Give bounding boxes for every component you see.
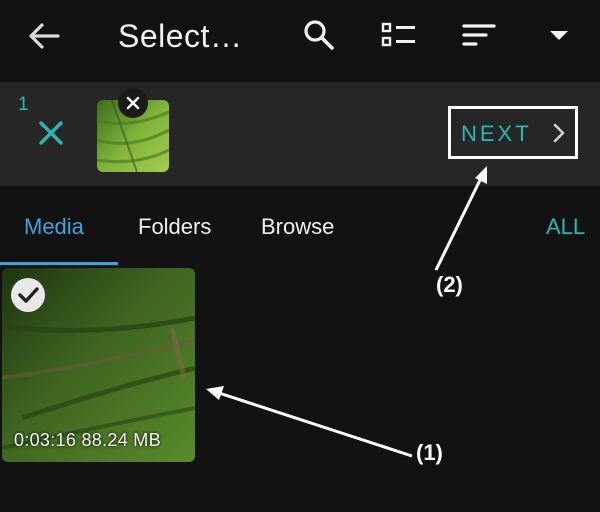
selected-count: 1 (18, 94, 29, 115)
top-app-bar: Select… (0, 0, 600, 72)
tab-bar: Media Folders Browse ALL (0, 200, 600, 266)
next-button[interactable]: NEXT (448, 106, 578, 159)
search-button[interactable] (302, 18, 336, 52)
tab-media[interactable]: Media (24, 214, 84, 240)
close-icon (39, 121, 63, 145)
media-duration-size: 0:03:16 88.24 MB (14, 430, 161, 450)
chevron-right-icon (553, 123, 565, 143)
close-icon (126, 96, 140, 110)
active-tab-indicator (0, 262, 118, 265)
list-view-icon (381, 22, 415, 47)
tab-browse[interactable]: Browse (261, 214, 334, 240)
sort-icon (462, 24, 496, 46)
tab-all[interactable]: ALL (546, 214, 585, 240)
annotation-label-2: (2) (436, 272, 463, 297)
search-icon (304, 20, 334, 50)
page-title: Select… (118, 18, 243, 54)
annotation-label-1: (1) (416, 440, 443, 465)
tab-folders[interactable]: Folders (138, 214, 211, 240)
list-view-button[interactable] (380, 18, 415, 52)
clear-selection-button[interactable] (36, 118, 66, 148)
dropdown-button[interactable] (542, 18, 576, 52)
remove-selected-button[interactable] (118, 88, 148, 118)
selected-check-icon[interactable] (11, 278, 45, 312)
dropdown-icon (550, 31, 568, 40)
back-arrow-icon (29, 23, 60, 49)
back-button[interactable] (26, 20, 62, 52)
sort-button[interactable] (462, 18, 496, 52)
annotation-arrow-1 (206, 386, 413, 458)
next-button-label: NEXT (461, 121, 532, 146)
